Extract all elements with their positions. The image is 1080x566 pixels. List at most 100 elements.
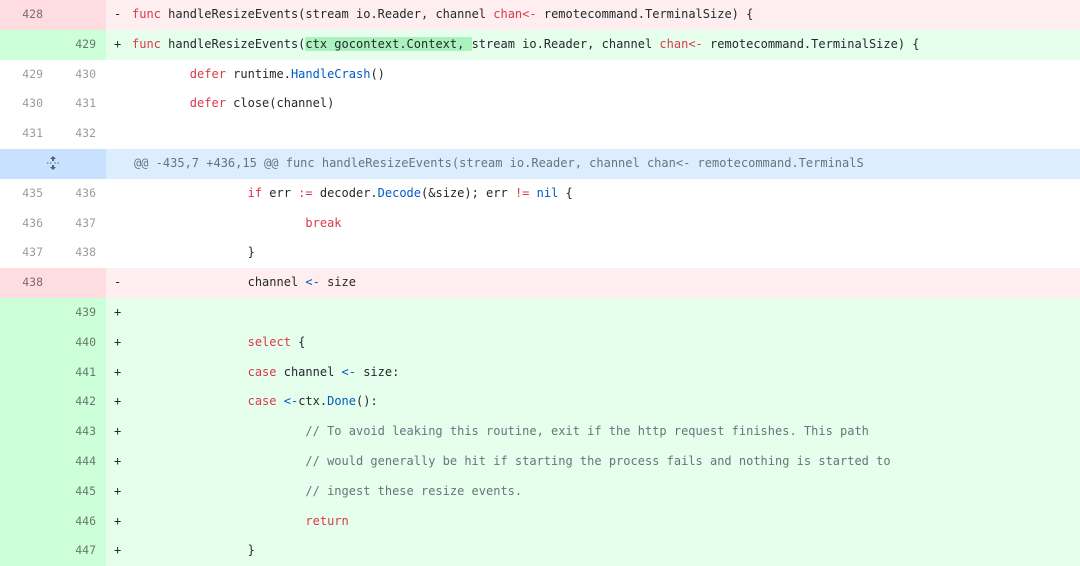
diff-line-context: 431 432	[0, 119, 1080, 149]
code-text: handleResizeEvents(	[160, 36, 306, 51]
new-line-number[interactable]: 429	[53, 29, 106, 60]
diff-marker: +	[114, 364, 122, 379]
code-line: + select {	[106, 327, 1080, 358]
old-line-number[interactable]	[0, 327, 53, 358]
operator: :=	[298, 185, 313, 200]
diff-line-added: 441 + case channel <- size:	[0, 357, 1080, 388]
diff-marker: +	[114, 334, 122, 349]
old-line-number[interactable]	[0, 357, 53, 388]
old-line-number[interactable]: 437	[0, 238, 53, 269]
expand-icon[interactable]	[0, 148, 106, 179]
new-line-number[interactable]: 436	[53, 178, 106, 209]
diff-line-context: 435 436 if err := decoder.Decode(&size);…	[0, 178, 1080, 209]
keyword: func	[132, 7, 161, 21]
code-line: + // To avoid leaking this routine, exit…	[106, 417, 1080, 447]
code-text: remotecommand.TerminalSize) {	[710, 36, 920, 51]
keyword: break	[305, 215, 342, 230]
new-line-number[interactable]: 432	[53, 119, 106, 149]
code-line: + // would generally be hit if starting …	[106, 446, 1080, 477]
code-line: }	[106, 238, 1080, 269]
old-line-number[interactable]: 436	[0, 208, 53, 239]
new-line-number[interactable]: 431	[53, 89, 106, 120]
code-line: + case channel <- size:	[106, 357, 1080, 388]
code-comment: // would generally be hit if starting th…	[305, 453, 891, 468]
old-line-number[interactable]: 435	[0, 178, 53, 209]
code-line: defer close(channel)	[106, 89, 1080, 120]
operator: <-	[341, 364, 356, 379]
new-line-number[interactable]: 430	[53, 59, 106, 90]
function-name: HandleCrash	[290, 66, 371, 81]
new-line-number[interactable]: 443	[53, 417, 106, 447]
diff-marker: -	[114, 275, 122, 290]
old-line-number[interactable]: 428	[0, 0, 53, 30]
diff-line-context: 437 438 }	[0, 238, 1080, 269]
operator: <-	[522, 7, 544, 21]
code-text: close(channel)	[225, 96, 335, 111]
diff-line-added: 443 + // To avoid leaking this routine, …	[0, 417, 1080, 447]
diff-line-added: 444 + // would generally be hit if start…	[0, 446, 1080, 477]
diff-line-added: 445 + // ingest these resize events.	[0, 476, 1080, 507]
new-line-number[interactable]	[53, 0, 106, 30]
new-line-number[interactable]: 444	[53, 446, 106, 477]
keyword: select	[247, 334, 291, 349]
old-line-number[interactable]: 429	[0, 59, 53, 90]
code-line: if err := decoder.Decode(&size); err != …	[106, 178, 1080, 209]
code-text: ()	[370, 66, 385, 81]
diff-marker: +	[114, 453, 122, 468]
new-line-number[interactable]: 445	[53, 476, 106, 507]
code-comment: // To avoid leaking this routine, exit i…	[305, 424, 869, 439]
code-line: break	[106, 208, 1080, 239]
operator: <-	[688, 36, 711, 51]
old-line-number[interactable]	[0, 387, 53, 418]
code-line: + // ingest these resize events.	[106, 476, 1080, 507]
new-line-number[interactable]	[53, 268, 106, 298]
new-line-number[interactable]: 446	[53, 506, 106, 537]
highlighted-change: ctx gocontext.Context,	[305, 36, 472, 51]
keyword: return	[305, 513, 349, 528]
constant: nil	[536, 185, 559, 200]
code-line: +	[106, 297, 1080, 328]
new-line-number[interactable]: 447	[53, 536, 106, 566]
new-line-number[interactable]: 438	[53, 238, 106, 269]
diff-line-added: 439 +	[0, 297, 1080, 328]
keyword: case	[247, 394, 277, 409]
old-line-number[interactable]	[0, 476, 53, 507]
code-text: remotecommand.TerminalSize) {	[543, 7, 754, 21]
diff-line-added: 429 + func handleResizeEvents(ctx goconte…	[0, 29, 1080, 60]
diff-line-deleted: 438 - channel <- size	[0, 268, 1080, 298]
keyword: if	[247, 185, 263, 200]
old-line-number[interactable]	[0, 29, 53, 60]
code-text: stream io.Reader, channel	[471, 36, 660, 51]
old-line-number[interactable]: 438	[0, 268, 53, 298]
old-line-number[interactable]: 431	[0, 119, 53, 149]
keyword: func	[132, 36, 161, 51]
new-line-number[interactable]: 441	[53, 357, 106, 388]
new-line-number[interactable]: 440	[53, 327, 106, 358]
old-line-number[interactable]	[0, 506, 53, 537]
diff-marker: +	[114, 424, 122, 439]
old-line-number[interactable]: 430	[0, 89, 53, 120]
diff-marker: +	[114, 394, 122, 409]
new-line-number[interactable]: 442	[53, 387, 106, 418]
diff-line-added: 447 + }	[0, 536, 1080, 566]
code-text: handleResizeEvents(stream io.Reader, cha…	[160, 7, 494, 21]
diff-line-added: 442 + case <-ctx.Done():	[0, 387, 1080, 418]
code-line: + case <-ctx.Done():	[106, 387, 1080, 418]
code-line: - func handleResizeEvents(stream io.Reade…	[106, 0, 1080, 30]
operator: !=	[514, 185, 530, 200]
old-line-number[interactable]	[0, 446, 53, 477]
new-line-number[interactable]: 439	[53, 297, 106, 328]
code-text: runtime.	[225, 66, 291, 81]
function-name: Done	[327, 394, 356, 409]
diff-marker: +	[114, 36, 122, 51]
operator: <-	[305, 275, 320, 290]
expand-icon-svg	[47, 156, 59, 171]
new-line-number[interactable]: 437	[53, 208, 106, 239]
diff-marker: +	[114, 513, 122, 528]
old-line-number[interactable]	[0, 417, 53, 447]
keyword: defer	[189, 96, 226, 111]
code-line: + func handleResizeEvents(ctx gocontext.C…	[106, 29, 1080, 60]
old-line-number[interactable]	[0, 297, 53, 328]
old-line-number[interactable]	[0, 536, 53, 566]
diff-marker: -	[114, 7, 122, 21]
